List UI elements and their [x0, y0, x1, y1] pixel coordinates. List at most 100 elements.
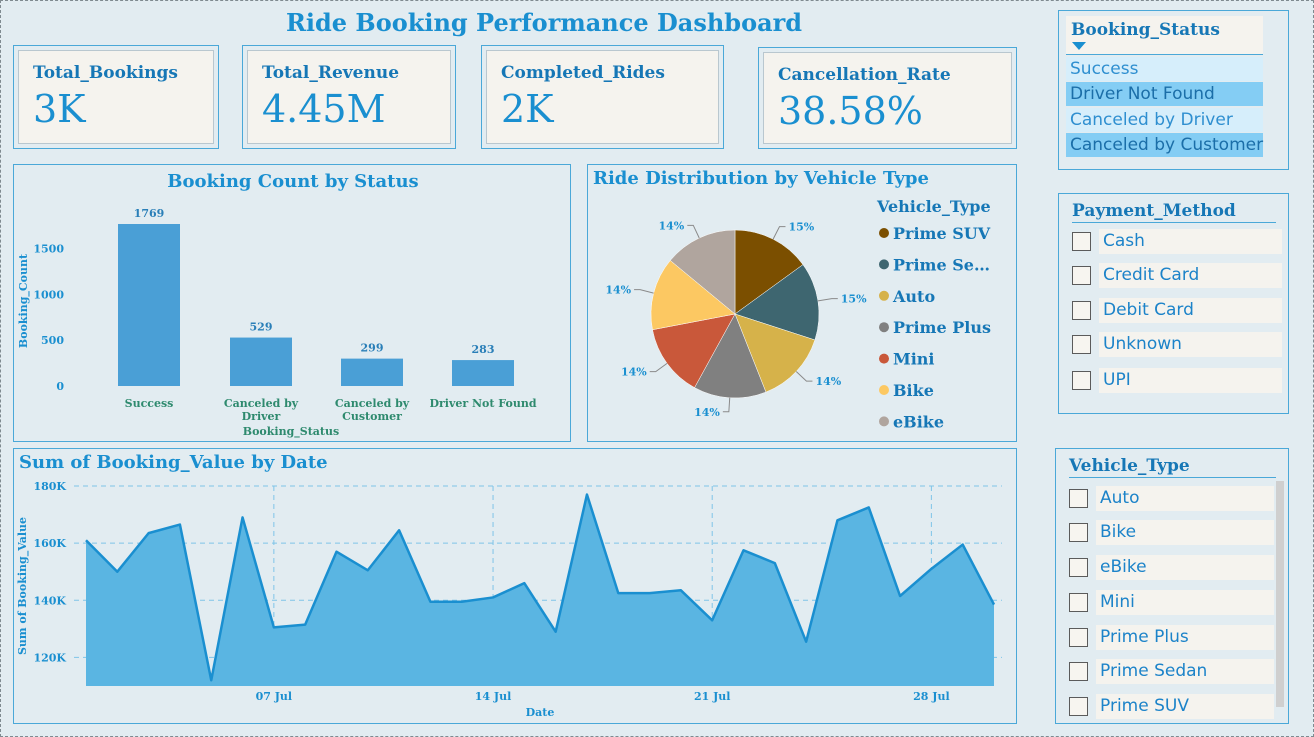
checkbox[interactable] [1069, 489, 1088, 508]
legend-label: Prime Se… [893, 255, 990, 274]
data-label: 1769 [134, 207, 165, 220]
kpi-card-total-revenue: Total_Revenue 4.45M [242, 45, 456, 149]
legend-label: Prime Plus [893, 318, 991, 337]
checkbox[interactable] [1069, 628, 1088, 647]
y-tick-label: 140K [33, 594, 66, 607]
dashboard-title: Ride Booking Performance Dashboard [285, 8, 803, 37]
leader-line [772, 226, 786, 240]
area-chart-panel: Sum of Booking_Value by Date 120K 140K 160… [13, 448, 1017, 724]
vehicle-option-prime-sedan[interactable]: Prime Sedan [1069, 659, 1274, 684]
option-label: Prime Plus [1096, 625, 1274, 650]
vehicle-option-auto[interactable]: Auto [1069, 486, 1274, 511]
checkbox[interactable] [1072, 266, 1091, 285]
x-tick-label: 07 Jul [256, 690, 293, 703]
kpi-label: Completed_Rides [501, 63, 665, 83]
option-label: Debit Card [1099, 298, 1282, 323]
slicer-divider [1072, 222, 1276, 223]
bar-chart: 0 500 1000 1500Booking_Count 1769 Success 529 C… [17, 207, 537, 439]
leader-line [687, 224, 700, 239]
checkbox[interactable] [1072, 232, 1091, 251]
vehicle-option-prime-plus[interactable]: Prime Plus [1069, 625, 1274, 650]
status-option-driver-not-found[interactable]: Driver Not Found [1066, 82, 1263, 106]
option-label: Cash [1099, 229, 1282, 254]
status-option-canceled-by-driver[interactable]: Canceled by Driver [1066, 108, 1263, 132]
legend-title: Vehicle_Type [876, 197, 991, 216]
y-tick-label: 120K [33, 651, 66, 664]
y-axis-label: Sum of Booking_Value [16, 517, 30, 655]
payment-option-credit-card[interactable]: Credit Card [1072, 263, 1282, 288]
checkbox[interactable] [1069, 662, 1088, 681]
bar [230, 337, 292, 386]
area-chart: 120K 140K 160K 180K 07 Jul 14 Jul 21 Jul 28 Jul… [16, 480, 1002, 719]
kpi-card-completed-rides: Completed_Rides 2K [481, 45, 724, 149]
legend-marker [879, 259, 889, 270]
booking-status-slicer: Booking_Status Success Driver Not Found … [1058, 10, 1289, 170]
legend-marker [879, 385, 889, 395]
data-label: 283 [472, 343, 495, 356]
x-tick-label: Canceled by Customer [335, 397, 410, 423]
checkbox[interactable] [1072, 301, 1091, 320]
leader-line [649, 362, 668, 373]
kpi-label: Cancellation_Rate [778, 65, 951, 85]
data-label: 529 [250, 321, 273, 334]
option-label: UPI [1099, 368, 1282, 393]
data-label: 14% [621, 366, 647, 379]
option-label: Credit Card [1099, 263, 1282, 288]
x-tick-label: Canceled by Driver [224, 397, 299, 423]
checkbox[interactable] [1069, 558, 1088, 577]
legend-label: Prime SUV [893, 224, 991, 243]
pie-chart: 15% 15% 14% 14% 14% 14% 14% Vehicle_Type Prime S… [605, 197, 991, 431]
checkbox[interactable] [1069, 697, 1088, 716]
checkbox[interactable] [1069, 523, 1088, 542]
data-label: 299 [361, 342, 384, 355]
leader-line [634, 289, 654, 294]
legend-marker [879, 353, 889, 364]
vehicle-option-bike[interactable]: Bike [1069, 520, 1274, 545]
vehicle-option-ebike[interactable]: eBike [1069, 555, 1274, 580]
vehicle-type-slicer: Vehicle_Type Auto Bike eBike Mini Prime … [1055, 448, 1289, 724]
data-label: 14% [659, 219, 685, 232]
payment-method-slicer: Payment_Method Cash Credit Card Debit Ca… [1058, 193, 1289, 414]
option-label: Unknown [1099, 332, 1282, 357]
legend-marker [879, 416, 889, 427]
bar [452, 360, 514, 386]
legend-marker [879, 290, 889, 301]
legend-label: eBike [893, 412, 944, 431]
kpi-label: Total_Revenue [262, 63, 400, 83]
x-tick-label: 21 Jul [694, 690, 731, 703]
checkbox[interactable] [1069, 593, 1088, 612]
payment-option-unknown[interactable]: Unknown [1072, 332, 1282, 357]
status-option-success[interactable]: Success [1066, 57, 1263, 81]
x-axis-label: Booking_Status [243, 425, 339, 439]
option-label: Prime SUV [1096, 694, 1274, 719]
payment-option-upi[interactable]: UPI [1072, 368, 1282, 393]
slicer-divider [1069, 477, 1276, 478]
scrollbar[interactable] [1276, 481, 1284, 707]
legend-label: Mini [893, 350, 935, 369]
y-tick-label: 0 [56, 380, 64, 393]
vehicle-option-mini[interactable]: Mini [1069, 590, 1274, 615]
legend-marker [879, 322, 889, 333]
kpi-card-cancellation-rate: Cancellation_Rate 38.58% [758, 47, 1017, 149]
checkbox[interactable] [1072, 371, 1091, 390]
chevron-down-icon[interactable] [1072, 42, 1086, 50]
payment-option-cash[interactable]: Cash [1072, 229, 1282, 254]
bar-chart-panel: Booking Count by Status 0 500 1000 1500 Book… [13, 164, 571, 442]
vehicle-option-prime-suv[interactable]: Prime SUV [1069, 694, 1274, 719]
y-tick-label: 180K [33, 480, 66, 493]
option-label: Auto [1096, 486, 1274, 511]
legend-label: Auto [892, 287, 935, 306]
checkbox[interactable] [1072, 335, 1091, 354]
area-fill [86, 494, 994, 686]
status-option-canceled-by-customer[interactable]: Canceled by Customer [1066, 133, 1263, 157]
payment-option-debit-card[interactable]: Debit Card [1072, 298, 1282, 323]
leader-line [722, 397, 731, 413]
y-tick-label: 160K [33, 537, 66, 550]
slicer-title: Payment_Method [1072, 201, 1236, 221]
data-label: 15% [841, 293, 867, 306]
option-label: Prime Sedan [1096, 659, 1274, 684]
slicer-divider [1066, 54, 1263, 55]
kpi-value: 2K [501, 87, 554, 131]
x-tick-label: 28 Jul [913, 690, 950, 703]
kpi-value: 38.58% [778, 89, 923, 133]
